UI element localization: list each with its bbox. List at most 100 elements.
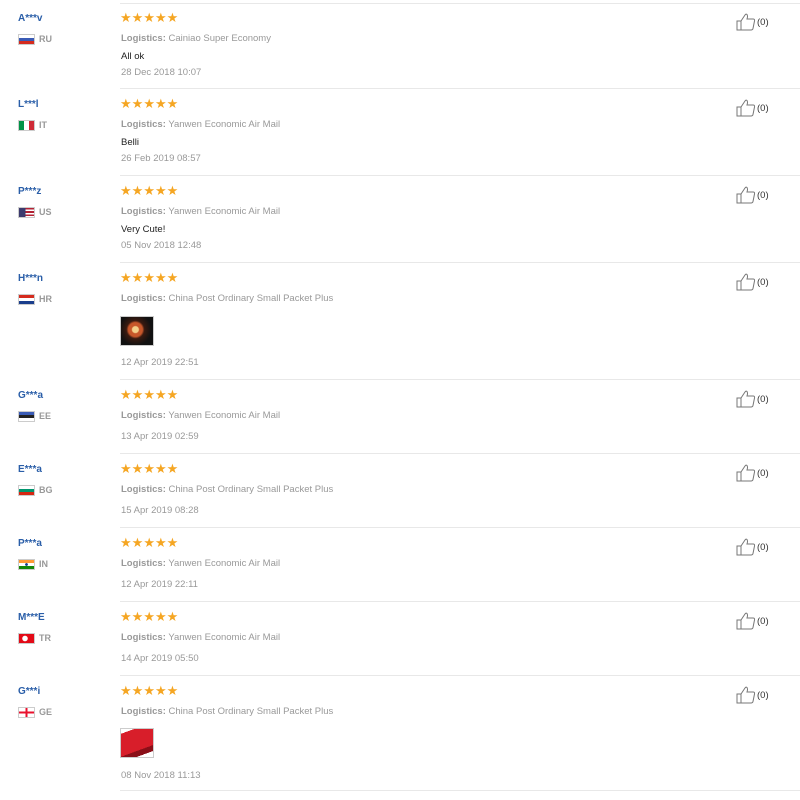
star-icon: ★ [120,10,132,25]
flag-ee-icon [18,410,35,422]
logistics-info: Logistics: Yanwen Economic Air Mail [121,119,280,130]
reviewer-name[interactable]: G***i [18,686,40,697]
logistics-label: Logistics: [121,706,166,717]
helpful-button[interactable]: (0) [736,464,769,482]
logistics-label: Logistics: [121,484,166,495]
helpful-count: (0) [757,102,769,114]
flag-it-icon [18,119,35,131]
star-icon: ★ [131,10,144,25]
reviewer-name[interactable]: G***a [18,390,43,401]
star-icon: ★ [166,183,179,198]
star-icon: ★ [120,387,132,402]
review-photo-thumbnail[interactable] [120,728,154,758]
reviewer-country: HR [18,293,52,305]
thumbs-up-icon [736,686,756,704]
helpful-button[interactable]: (0) [736,686,769,704]
flag-hr-icon [18,293,35,305]
reviewer-country: GE [18,706,52,718]
star-rating: ★ ★ ★ ★ ★ [120,184,178,198]
star-icon: ★ [166,387,179,402]
review-item: P***a IN ★ ★ ★ ★ ★ Logistics: Yanwen Economi… [0,528,800,602]
star-icon: ★ [154,270,167,285]
logistics-value: China Post Ordinary Small Packet Plus [168,293,334,304]
star-icon: ★ [154,183,167,198]
thumbs-up-icon [736,390,756,408]
reviewer-country: RU [18,33,52,45]
star-rating: ★ ★ ★ ★ ★ [120,97,178,111]
star-icon: ★ [131,270,144,285]
review-date: 28 Dec 2018 10:07 [121,67,202,78]
star-icon: ★ [154,461,167,476]
logistics-value: Yanwen Economic Air Mail [168,632,281,643]
flag-in-icon [18,558,35,570]
star-icon: ★ [166,535,179,550]
helpful-count: (0) [757,541,769,553]
star-icon: ★ [143,10,155,25]
flag-ru-icon [18,33,35,45]
reviewer-name[interactable]: H***n [18,273,43,284]
star-rating: ★ ★ ★ ★ ★ [120,11,178,25]
star-icon: ★ [166,10,179,25]
star-icon: ★ [131,96,144,111]
star-icon: ★ [143,96,155,111]
reviewer-country: US [18,206,52,218]
star-icon: ★ [120,609,132,624]
flag-us-icon [18,206,35,218]
logistics-info: Logistics: Cainiao Super Economy [121,33,271,44]
flag-bg-icon [18,484,35,496]
star-icon: ★ [143,183,155,198]
star-icon: ★ [120,683,132,698]
helpful-count: (0) [757,467,769,479]
logistics-value: Cainiao Super Economy [168,33,271,44]
thumbs-up-icon [736,538,756,556]
logistics-label: Logistics: [121,410,166,421]
review-date: 26 Feb 2019 08:57 [121,153,201,164]
reviewer-country: IN [18,558,48,570]
review-photo-thumbnail[interactable] [120,316,154,346]
helpful-count: (0) [757,16,769,28]
review-item: H***n HR ★ ★ ★ ★ ★ Logistics: China Post Ord… [0,263,800,380]
helpful-button[interactable]: (0) [736,99,769,117]
helpful-button[interactable]: (0) [736,390,769,408]
review-date: 05 Nov 2018 12:48 [121,240,202,251]
star-icon: ★ [131,387,144,402]
review-item: G***a EE ★ ★ ★ ★ ★ Logistics: Yanwen Economi… [0,380,800,454]
star-icon: ★ [131,535,144,550]
reviewer-country: EE [18,410,51,422]
star-icon: ★ [143,535,155,550]
logistics-info: Logistics: China Post Ordinary Small Pac… [121,706,333,717]
review-divider [120,790,800,791]
star-rating: ★ ★ ★ ★ ★ [120,536,178,550]
thumbs-up-icon [736,273,756,291]
logistics-value: Yanwen Economic Air Mail [168,410,281,421]
star-icon: ★ [154,10,167,25]
star-icon: ★ [143,683,155,698]
star-rating: ★ ★ ★ ★ ★ [120,388,178,402]
reviewer-name[interactable]: E***a [18,464,42,475]
helpful-button[interactable]: (0) [736,538,769,556]
review-date: 14 Apr 2019 05:50 [121,653,199,664]
star-icon: ★ [120,96,132,111]
helpful-button[interactable]: (0) [736,612,769,630]
review-date: 08 Nov 2018 11:13 [121,770,201,781]
logistics-value: Yanwen Economic Air Mail [168,119,281,130]
logistics-label: Logistics: [121,33,166,44]
review-comment: Very Cute! [121,224,166,235]
reviewer-name[interactable]: P***z [18,186,41,197]
reviewer-name[interactable]: P***a [18,538,42,549]
helpful-button[interactable]: (0) [736,273,769,291]
country-code: RU [39,34,52,44]
reviewer-name[interactable]: L***l [18,99,39,110]
reviewer-name[interactable]: M***E [18,612,45,623]
reviewer-name[interactable]: A***v [18,13,42,24]
logistics-label: Logistics: [121,206,166,217]
helpful-button[interactable]: (0) [736,186,769,204]
helpful-button[interactable]: (0) [736,13,769,31]
logistics-value: China Post Ordinary Small Packet Plus [168,484,334,495]
logistics-info: Logistics: Yanwen Economic Air Mail [121,632,280,643]
country-code: TR [39,633,51,643]
reviewer-country: TR [18,632,51,644]
logistics-info: Logistics: Yanwen Economic Air Mail [121,558,280,569]
review-date: 12 Apr 2019 22:51 [121,357,199,368]
helpful-count: (0) [757,276,769,288]
